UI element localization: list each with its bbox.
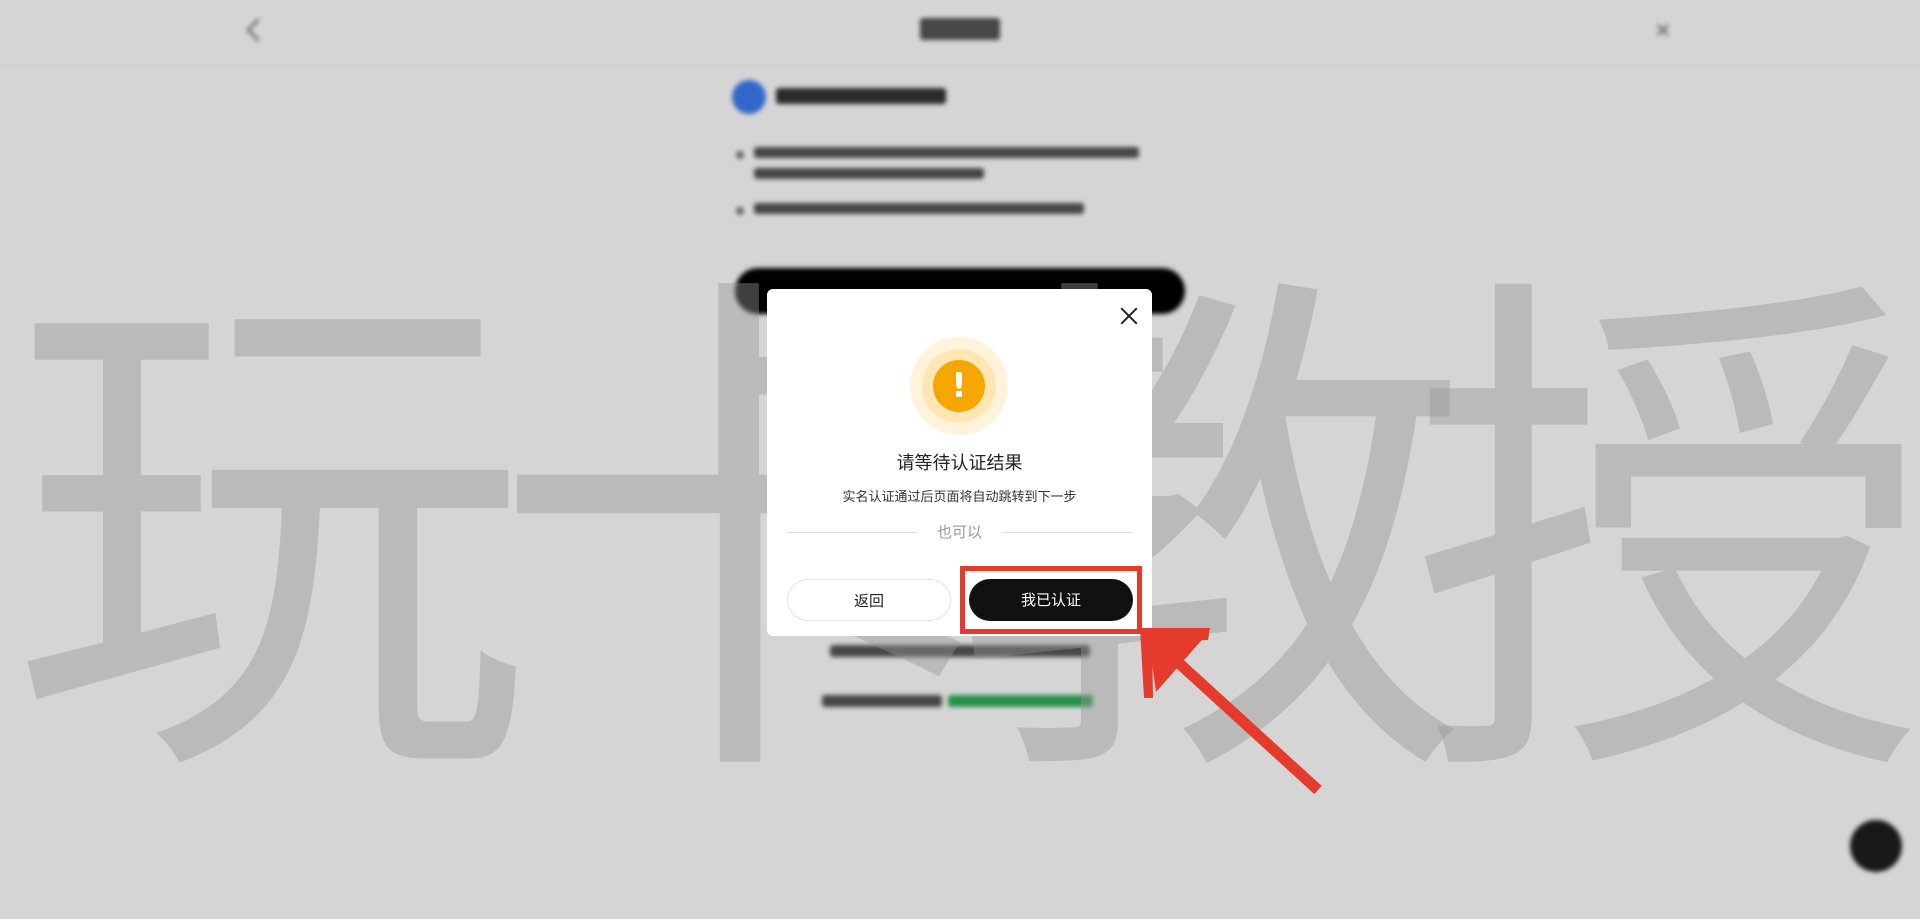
pointer-arrow-icon [1140, 628, 1322, 795]
